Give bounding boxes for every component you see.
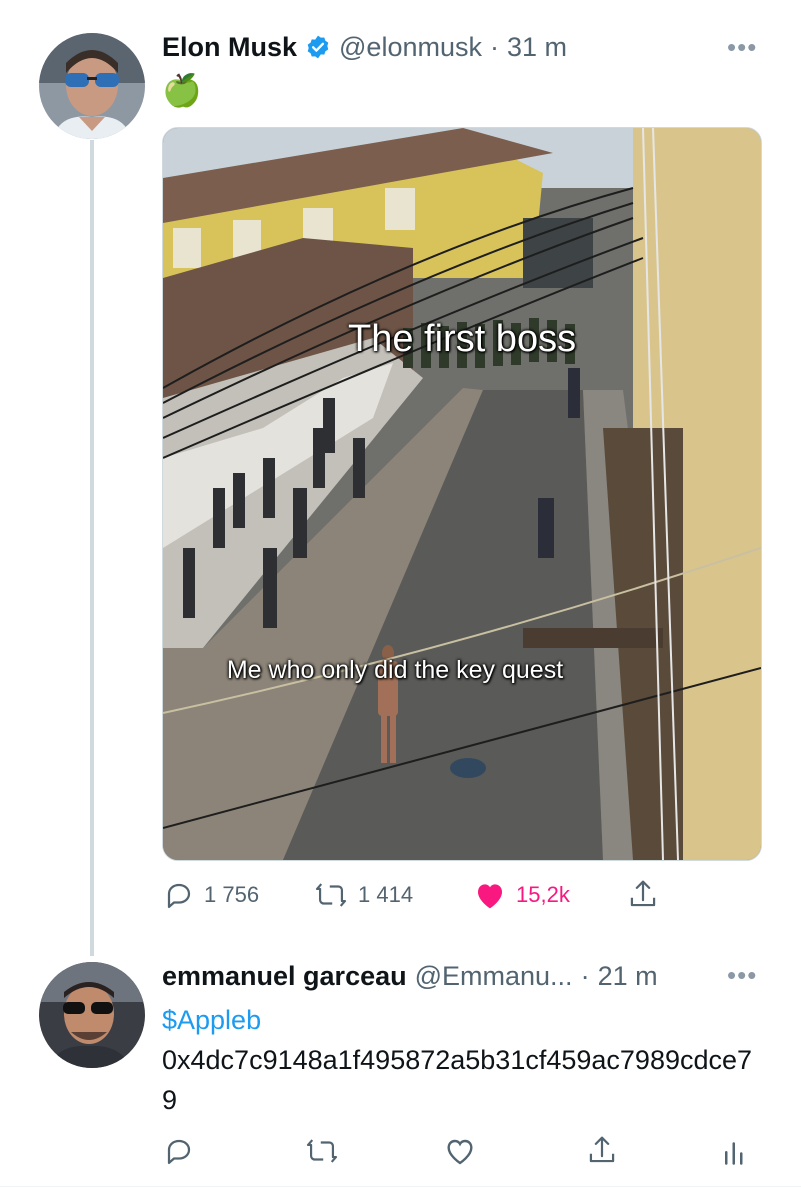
- dot-separator: ·: [489, 31, 499, 62]
- share-icon: [628, 878, 658, 910]
- author-name[interactable]: emmanuel garceau: [162, 961, 407, 992]
- like-count: 15,2k: [516, 882, 570, 907]
- reply-icon[interactable]: [164, 1136, 194, 1171]
- share-icon[interactable]: [587, 1134, 617, 1171]
- retweet-count: 1 414: [358, 882, 414, 907]
- tweet-body-text: 0x4dc7c9148a1f495872a5b31cf459ac7989cdce…: [162, 1045, 753, 1115]
- divider: [0, 1186, 801, 1187]
- meme-bottom-caption: Me who only did the key quest: [226, 656, 564, 684]
- like-icon: [474, 880, 506, 910]
- dot-separator: ·: [580, 960, 590, 991]
- meme-top-caption: The first boss: [348, 318, 577, 360]
- cashtag-link[interactable]: $Appleb: [162, 1000, 762, 1040]
- reply-button[interactable]: 1 756: [164, 880, 259, 910]
- tweet-time[interactable]: 31 m: [507, 32, 567, 63]
- retweet-icon: [314, 880, 348, 910]
- like-button[interactable]: 15,2k: [474, 880, 570, 910]
- street-photo: [163, 128, 761, 860]
- tweet-text: 🍏: [162, 72, 202, 108]
- retweet-icon[interactable]: [305, 1136, 339, 1171]
- tweet-media-image[interactable]: The first boss Me who only did the key q…: [162, 127, 762, 861]
- more-icon[interactable]: •••: [727, 32, 757, 63]
- avatar[interactable]: [39, 962, 145, 1068]
- author-handle[interactable]: @Emmanu...: [415, 961, 573, 992]
- reply-count: 1 756: [204, 882, 260, 907]
- thread-line: [90, 140, 94, 956]
- tweet-time[interactable]: 21 m: [598, 961, 658, 992]
- like-icon[interactable]: [444, 1136, 476, 1171]
- tweet-text: $Appleb 0x4dc7c9148a1f495872a5b31cf459ac…: [162, 1000, 762, 1120]
- share-button[interactable]: [628, 878, 658, 910]
- more-icon[interactable]: •••: [727, 960, 757, 991]
- tweet-header: emmanuel garceau @Emmanu... · 21 m: [162, 958, 658, 994]
- reply-icon: [164, 880, 194, 910]
- verified-icon: [305, 34, 331, 60]
- tweet-header: Elon Musk @elonmusk · 31 m: [162, 30, 567, 64]
- author-name[interactable]: Elon Musk: [162, 32, 297, 63]
- retweet-button[interactable]: 1 414: [314, 880, 413, 910]
- avatar[interactable]: [39, 33, 145, 139]
- author-handle[interactable]: @elonmusk: [339, 32, 482, 63]
- analytics-icon[interactable]: [722, 1136, 748, 1171]
